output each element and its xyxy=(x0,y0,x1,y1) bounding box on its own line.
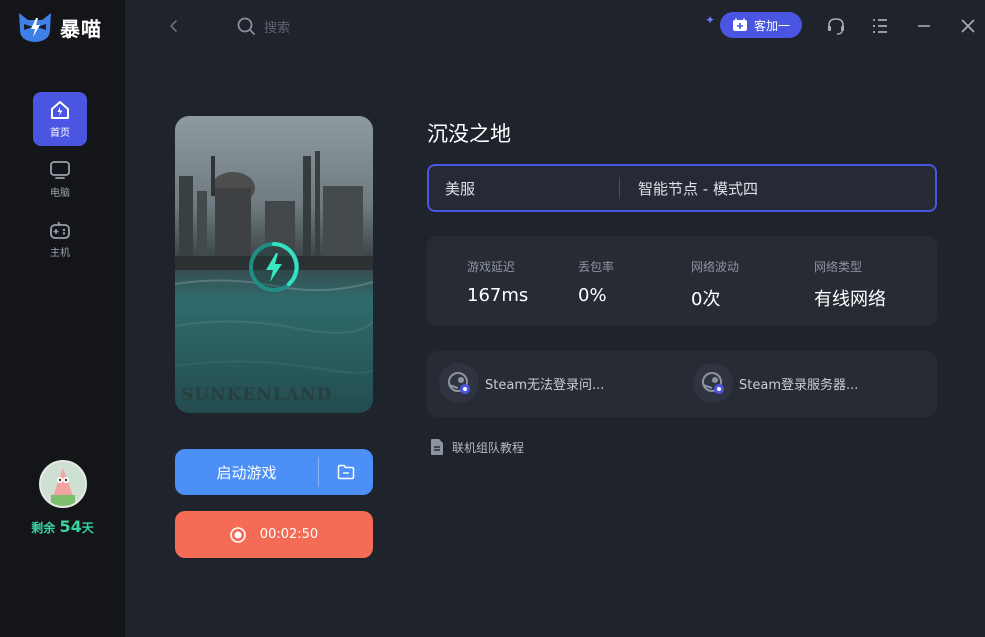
nav-item-home[interactable]: 首页 xyxy=(33,92,87,146)
stop-accelerate-button[interactable]: 00:02:50 xyxy=(175,511,373,558)
app-name: 暴喵 xyxy=(60,16,102,41)
help-item-label: Steam无法登录问... xyxy=(485,377,605,393)
search-input[interactable]: 搜索 xyxy=(264,17,290,36)
home-icon xyxy=(51,101,69,119)
accelerate-timer: 00:02:50 xyxy=(259,527,319,542)
stat-label: 丢包率 xyxy=(578,260,615,274)
monitor-icon xyxy=(50,161,70,179)
cat-logo-icon xyxy=(19,13,51,42)
remain-prefix: 剩余 xyxy=(31,521,56,535)
stat-packet-loss: 丢包率 0% xyxy=(578,258,614,306)
gamepad-icon xyxy=(50,221,70,239)
stat-label: 网络波动 xyxy=(691,260,740,274)
headset-icon[interactable] xyxy=(826,16,846,36)
user-panel: 剩余 54天 xyxy=(0,460,125,536)
invite-button[interactable]: 客加一 xyxy=(720,12,802,38)
remain-days-value: 54 xyxy=(59,517,82,536)
server-region[interactable]: 美服 xyxy=(429,178,619,199)
game-art-title: SUNKENLAND xyxy=(181,385,333,405)
app-logo[interactable]: 暴喵 xyxy=(16,10,102,44)
steam-icon xyxy=(439,363,479,403)
search-bar[interactable]: 搜索 xyxy=(236,16,290,36)
start-game-button[interactable]: 启动游戏 xyxy=(175,449,373,495)
start-game-label: 启动游戏 xyxy=(216,463,277,482)
remain-suffix: 天 xyxy=(81,521,94,535)
stat-label: 游戏延迟 xyxy=(467,260,516,274)
help-item-steam-server[interactable]: Steam登录服务器... xyxy=(693,363,858,403)
nav-item-pc[interactable]: 电脑 xyxy=(33,152,87,206)
sparkle-icon: ✦ xyxy=(705,13,716,27)
help-item-steam-login[interactable]: Steam无法登录问... xyxy=(439,363,604,403)
menu-icon[interactable] xyxy=(870,16,890,36)
invite-button-label: 客加一 xyxy=(753,18,790,33)
server-selector[interactable]: 美服 智能节点 - 模式四 xyxy=(427,164,937,212)
stat-value: 0% xyxy=(578,285,607,306)
steam-icon xyxy=(693,363,733,403)
help-item-label: Steam登录服务器... xyxy=(739,377,859,393)
nav-item-label: 主机 xyxy=(50,248,70,259)
stat-jitter: 网络波动 0次 xyxy=(691,258,739,311)
calendar-plus-icon xyxy=(732,18,747,31)
minimize-icon[interactable] xyxy=(914,16,934,36)
network-stats: 游戏延迟 167ms 丢包率 0% 网络波动 0次 网络类型 有线网络 xyxy=(427,236,937,326)
remaining-days: 剩余 54天 xyxy=(0,517,125,536)
nav-menu: 首页 电脑 主机 xyxy=(33,92,87,272)
record-icon xyxy=(229,526,246,543)
stat-value: 有线网络 xyxy=(814,289,886,310)
nav-item-label: 电脑 xyxy=(50,188,70,199)
document-icon xyxy=(431,439,443,455)
avatar[interactable] xyxy=(38,460,87,508)
accelerate-icon[interactable] xyxy=(247,240,301,294)
help-articles: Steam无法登录问... Steam登录服务器... xyxy=(427,351,937,417)
server-node[interactable]: 智能节点 - 模式四 xyxy=(620,178,758,199)
close-icon[interactable] xyxy=(958,16,978,36)
folder-icon xyxy=(337,464,355,480)
nav-item-label: 首页 xyxy=(50,128,70,139)
team-tutorial-link[interactable]: 联机组队教程 xyxy=(430,438,524,456)
tutorial-label: 联机组队教程 xyxy=(452,440,525,455)
game-title: 沉没之地 xyxy=(427,122,511,146)
nav-item-console[interactable]: 主机 xyxy=(33,212,87,266)
stat-latency: 游戏延迟 167ms xyxy=(467,258,528,306)
stat-value: 0次 xyxy=(691,289,721,310)
stat-label: 网络类型 xyxy=(814,260,863,274)
game-cover: SUNKENLAND xyxy=(175,116,373,413)
back-icon[interactable] xyxy=(165,16,183,36)
avatar-image xyxy=(40,462,85,506)
search-icon xyxy=(237,17,255,35)
sidebar: 暴喵 首页 电脑 主机 剩余 54天 xyxy=(0,0,125,637)
stat-network-type: 网络类型 有线网络 xyxy=(814,258,886,311)
stat-value: 167ms xyxy=(467,285,529,306)
open-folder-button[interactable] xyxy=(319,464,373,480)
